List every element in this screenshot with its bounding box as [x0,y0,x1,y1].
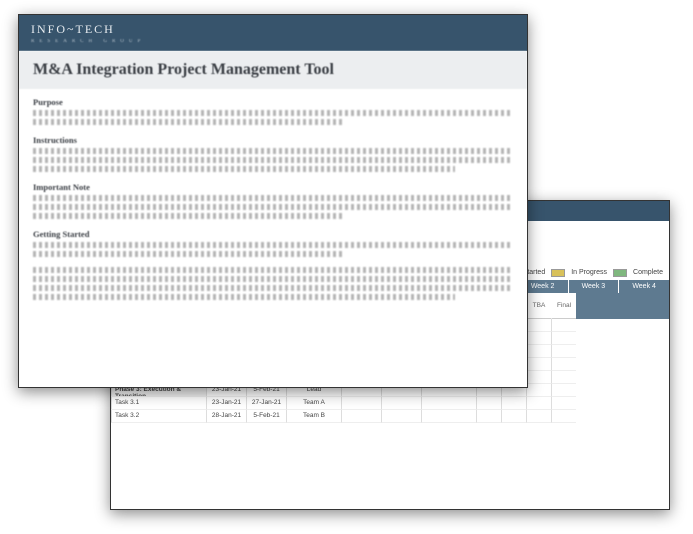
heading-instructions: Instructions [33,135,513,145]
table-row: Task 3.228-Jan-215-Feb-21Team B [111,410,669,423]
gantt-cell [551,410,576,423]
gantt-cell [551,371,576,384]
gantt-cell [501,410,526,423]
gantt-cell [551,319,576,332]
gantt-cell [526,384,551,397]
section-getting: Getting Started [33,229,513,257]
legend-swatch-yellow [551,269,565,277]
cell-task: Task 3.2 [111,410,206,423]
heading-getting: Getting Started [33,229,513,239]
col-g4: Final [551,293,576,319]
cell-aend [381,410,421,423]
legend-swatch-green [613,269,627,277]
heading-important: Important Note [33,182,513,192]
cell-end: 27-Jan-21 [246,397,286,410]
cell-prereq [421,397,476,410]
cell-astart [341,410,381,423]
document-body: Purpose Instructions Important Note Gett… [19,89,527,318]
legend-label-b: In Progress [571,269,607,277]
cell-task: Task 3.1 [111,397,206,410]
cell-end: 5-Feb-21 [246,410,286,423]
gantt-cell [551,397,576,410]
gantt-cell [501,397,526,410]
document-preview: INFO~TECH RESEARCH GROUP M&A Integration… [18,14,528,388]
cell-owner: Team B [286,410,341,423]
gantt-cell [526,319,551,332]
col-g3: TBA [526,293,551,319]
cell-prereq [421,410,476,423]
cell-aend [381,397,421,410]
gantt-cell [476,397,501,410]
gantt-cell [551,332,576,345]
section-instructions: Instructions [33,135,513,172]
cell-start: 23-Jan-21 [206,397,246,410]
cell-astart [341,397,381,410]
section-footer-text [33,267,513,300]
gantt-cell [476,410,501,423]
band-week-3: Week 3 [568,280,619,293]
gantt-cell [526,371,551,384]
gantt-cell [526,332,551,345]
section-important: Important Note [33,182,513,219]
page-title: M&A Integration Project Management Tool [19,51,527,89]
cell-start: 28-Jan-21 [206,410,246,423]
brand-bar: INFO~TECH RESEARCH GROUP [19,15,527,51]
gantt-cell [526,410,551,423]
cell-owner: Team A [286,397,341,410]
gantt-cell [551,345,576,358]
gantt-cell [526,358,551,371]
gantt-cell [526,345,551,358]
gantt-cell [551,384,576,397]
heading-purpose: Purpose [33,97,513,107]
gantt-cell [551,358,576,371]
table-row: Task 3.123-Jan-2127-Jan-21Team A [111,397,669,410]
gantt-cell [526,397,551,410]
band-week-4: Week 4 [618,280,669,293]
brand-name: INFO~TECH [31,22,115,36]
brand-sub: RESEARCH GROUP [31,39,515,44]
section-purpose: Purpose [33,97,513,125]
legend-label-c: Complete [633,269,663,277]
